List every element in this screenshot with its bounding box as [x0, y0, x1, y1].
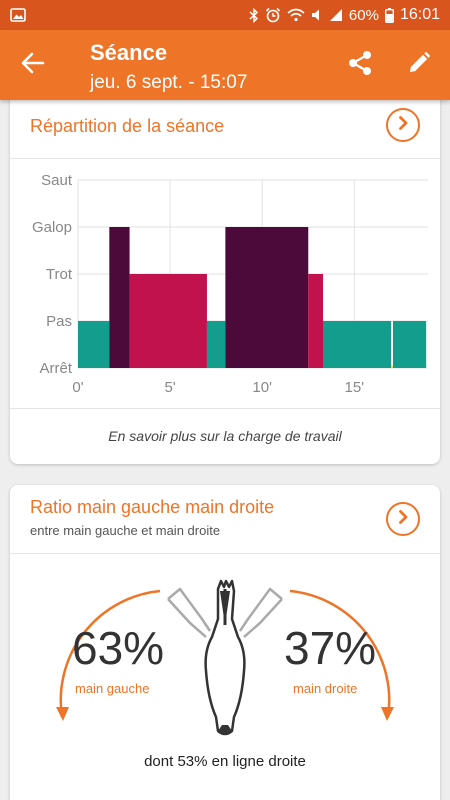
y-tick-label: Trot	[46, 266, 73, 283]
repartition-title: Répartition de la séance	[30, 116, 225, 136]
divider	[10, 158, 440, 159]
wifi-icon	[287, 8, 305, 22]
chevron-right-icon	[395, 509, 411, 530]
share-button[interactable]	[346, 50, 374, 81]
right-label: main droite	[293, 681, 358, 696]
y-tick-label: Galop	[32, 219, 72, 236]
clock-time: 16:01	[399, 6, 440, 23]
activity-bar	[129, 274, 207, 368]
left-arrow-head	[56, 707, 69, 721]
signal-icon	[329, 8, 343, 22]
y-tick-label: Saut	[41, 172, 73, 189]
activity-bar	[109, 227, 130, 368]
page-title: Séance	[90, 40, 168, 65]
straight-line-note: dont 53% en ligne droite	[144, 753, 306, 770]
status-bar: 60% 16:01	[0, 0, 450, 30]
activity-bar	[225, 227, 309, 368]
back-button[interactable]	[18, 52, 48, 78]
edit-button[interactable]	[405, 51, 433, 79]
ratio-title: Ratio main gauche main droite	[30, 497, 275, 517]
alarm-icon	[265, 7, 281, 23]
ratio-subtitle: entre main gauche et main droite	[30, 523, 221, 538]
y-tick-label: Arrêt	[39, 360, 72, 377]
repartition-details-button[interactable]	[386, 108, 420, 142]
chevron-right-icon	[395, 115, 411, 136]
page-subtitle: jeu. 6 sept. - 15:07	[90, 72, 248, 93]
x-tick-label: 10'	[252, 379, 272, 396]
y-tick-label: Pas	[46, 313, 72, 330]
app-bar: Séance jeu. 6 sept. - 15:07	[0, 30, 450, 100]
x-tick-label: 15'	[345, 379, 365, 396]
activity-bar	[78, 321, 110, 368]
right-arrow-head	[381, 707, 394, 721]
workload-info-link[interactable]: En savoir plus sur la charge de travail	[10, 428, 440, 444]
repartition-card: Répartition de la séance Arrêt Pas Trot Gal…	[10, 92, 440, 464]
activity-bar	[391, 366, 393, 368]
activity-bar	[206, 321, 226, 368]
horse-top-view-icon	[160, 579, 290, 744]
gallery-icon	[10, 8, 26, 22]
share-icon	[347, 50, 373, 81]
activity-bar	[323, 321, 392, 368]
activity-bar	[308, 274, 323, 368]
ratio-details-button[interactable]	[386, 502, 420, 536]
right-percent: 37%	[284, 622, 377, 674]
arrow-back-icon	[21, 52, 45, 79]
divider	[10, 408, 440, 409]
mute-icon	[311, 8, 323, 22]
battery-percent: 60%	[348, 6, 379, 24]
edit-pencil-icon	[407, 51, 431, 80]
activity-bar	[393, 321, 427, 368]
bluetooth-icon	[249, 7, 259, 23]
battery-icon	[384, 7, 394, 23]
divider	[10, 553, 440, 554]
ratio-card: Ratio main gauche main droite entre main…	[10, 485, 440, 800]
x-tick-label: 5'	[164, 379, 175, 396]
repartition-chart: Arrêt Pas Trot Galop Saut 0' 5' 10' 15'	[32, 172, 428, 396]
left-percent: 63%	[72, 622, 165, 674]
x-tick-label: 0'	[72, 379, 83, 396]
left-label: main gauche	[75, 681, 150, 696]
